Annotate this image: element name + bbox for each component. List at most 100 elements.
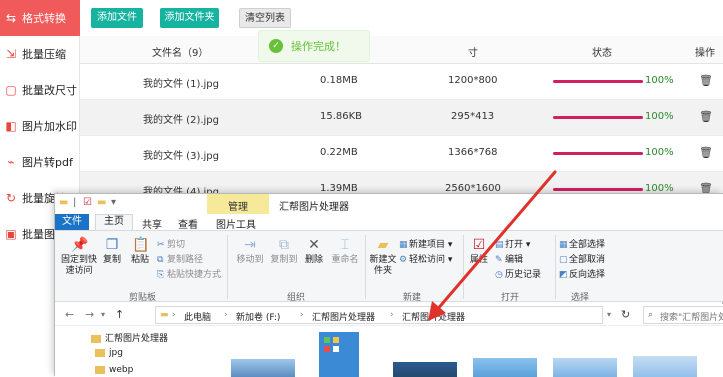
- pin-quick-access-button[interactable]: 📌 固定到快速访问: [59, 237, 99, 277]
- file-explorer-window: ▬ | ☑ ▬ ▾ 管理 汇帮图片处理器 文件 主页 共享 查看 图片工具 📌 …: [54, 193, 723, 377]
- add-folder-button[interactable]: 添加文件夹: [160, 8, 219, 28]
- pin-icon: 📌: [71, 237, 89, 253]
- tab-picture-tools[interactable]: 图片工具: [216, 216, 256, 231]
- group-label-new: 新建: [403, 293, 422, 303]
- success-toast: ✓ 操作完成！: [258, 30, 370, 62]
- resize-icon: ▢: [5, 83, 17, 97]
- group-label-organize: 组织: [287, 293, 306, 303]
- group-label-select: 选择: [571, 293, 590, 303]
- sidebar-item-format-convert[interactable]: ⇆ 格式转换: [0, 0, 80, 36]
- toolbar: 添加文件 添加文件夹 清空列表: [80, 0, 723, 36]
- copy-path-button[interactable]: ⧉ 复制路径: [157, 252, 203, 265]
- up-arrow-icon[interactable]: ↑: [115, 308, 124, 321]
- paste-shortcut-button[interactable]: ⎘ 粘贴快捷方式: [157, 267, 221, 280]
- refresh-icon[interactable]: ↻: [621, 308, 630, 321]
- paste-shortcut-label: 粘贴快捷方式: [167, 270, 222, 280]
- tab-share[interactable]: 共享: [142, 216, 162, 231]
- image-thumbnail[interactable]: [473, 358, 537, 377]
- edit-button[interactable]: ✎ 编辑: [495, 252, 523, 265]
- folder-icon: [95, 365, 105, 374]
- move-to-button[interactable]: ⇥ 移动到: [233, 237, 267, 266]
- image-thumbnail[interactable]: [393, 362, 457, 377]
- file-table-header: 文件名（9） 寸 状态 操作: [80, 36, 723, 64]
- tab-home[interactable]: 主页: [95, 214, 133, 230]
- cut-button[interactable]: ✂ 剪切: [157, 237, 185, 250]
- group-label-clipboard: 剪贴板: [129, 293, 157, 303]
- paste-button[interactable]: 📋 粘贴: [127, 237, 153, 266]
- new-folder-button[interactable]: ▰ 新建文件夹: [369, 237, 397, 277]
- properties-quick-icon[interactable]: ☑: [83, 197, 92, 208]
- breadcrumb-current[interactable]: 汇帮图片处理器: [402, 310, 465, 323]
- history-button[interactable]: ◷ 历史记录: [495, 267, 541, 280]
- sidebar-item-label: 图片转pdf: [22, 156, 73, 169]
- select-all-button[interactable]: ▦全部选择: [559, 237, 605, 250]
- copy-path-label: 复制路径: [167, 255, 204, 265]
- image-thumbnail[interactable]: [319, 332, 359, 377]
- select-none-button[interactable]: ▢全部取消: [559, 252, 605, 265]
- divider: [555, 235, 556, 299]
- image-thumbnail[interactable]: [553, 358, 617, 377]
- new-item-icon: ▦: [399, 240, 408, 250]
- address-bar[interactable]: ▬ › 此电脑 › 新加卷 (F:) › 汇帮图片处理器 › 汇帮图片处理器: [155, 306, 603, 324]
- tree-item-label: webp: [109, 365, 134, 375]
- easy-access-dropdown[interactable]: ⚙ 轻松访问 ▾: [399, 252, 452, 265]
- progress-bar: [553, 152, 643, 155]
- progress-percent: 100%: [645, 75, 674, 86]
- sidebar-item-batch-resize[interactable]: ▢ 批量改尺寸: [0, 72, 80, 108]
- copy-path-icon: ⧉: [157, 255, 164, 265]
- quick-access-dropdown-icon[interactable]: ▾: [111, 197, 116, 208]
- column-header-size: 寸: [468, 48, 478, 59]
- image-thumbnail[interactable]: [633, 356, 697, 377]
- tab-file[interactable]: 文件: [55, 214, 89, 230]
- copy-to-button[interactable]: ⧉ 复制到: [267, 237, 301, 266]
- trash-icon[interactable]: 🗑: [699, 110, 713, 123]
- sidebar-item-to-pdf[interactable]: ⌁ 图片转pdf: [0, 144, 80, 180]
- file-size: 15.86KB: [320, 111, 363, 122]
- back-arrow-icon[interactable]: ←: [65, 308, 74, 321]
- open-dropdown[interactable]: ▤打开 ▾: [495, 237, 530, 250]
- tree-item[interactable]: webp: [95, 365, 133, 375]
- sidebar-item-watermark[interactable]: ◧ 图片加水印: [0, 108, 80, 144]
- tree-item[interactable]: jpg: [95, 348, 123, 358]
- easy-access-icon: ⚙: [399, 255, 408, 265]
- new-folder-quick-icon[interactable]: ▬: [97, 197, 106, 208]
- context-tab-label: 管理: [228, 202, 248, 213]
- breadcrumb-folder[interactable]: 汇帮图片处理器: [312, 310, 375, 323]
- select-all-label: 全部选择: [569, 240, 606, 250]
- forward-arrow-icon[interactable]: →: [85, 308, 94, 321]
- delete-button[interactable]: ✕ 删除: [301, 237, 327, 266]
- trash-icon[interactable]: 🗑: [699, 74, 713, 87]
- tab-view[interactable]: 查看: [178, 216, 198, 231]
- invert-selection-button[interactable]: ◩反向选择: [559, 267, 605, 280]
- new-folder-icon: ▰: [377, 237, 389, 253]
- add-file-button[interactable]: 添加文件: [91, 8, 143, 28]
- sidebar-item-batch-compress[interactable]: ⇲ 批量压缩: [0, 36, 80, 72]
- copy-button[interactable]: ❐ 复制: [99, 237, 125, 266]
- open-icon: ▤: [495, 240, 504, 250]
- trash-icon[interactable]: 🗑: [699, 146, 713, 159]
- sidebar-item-label: 批量改尺寸: [22, 84, 77, 97]
- breadcrumb-drive[interactable]: 新加卷 (F:): [236, 310, 280, 323]
- clear-list-button[interactable]: 清空列表: [239, 8, 291, 28]
- file-name: 我的文件 (3).jpg: [143, 151, 219, 162]
- image-thumbnail[interactable]: [231, 359, 295, 377]
- watermark-icon: ◧: [5, 119, 17, 133]
- address-dropdown-icon[interactable]: ▾: [607, 310, 611, 319]
- new-item-dropdown[interactable]: ▦新建项目 ▾: [399, 237, 452, 250]
- rename-button[interactable]: ⌶ 重命名: [329, 237, 361, 266]
- select-all-icon: ▦: [559, 240, 568, 250]
- compress-icon: ⇲: [5, 47, 17, 61]
- navigation-pane: 汇帮图片处理器 jpg webp: [55, 326, 207, 377]
- image-dimensions: 295*413: [451, 111, 495, 122]
- properties-button[interactable]: ☑ 属性: [467, 237, 491, 266]
- breadcrumb-this-pc[interactable]: 此电脑: [184, 310, 211, 323]
- divider: [365, 235, 366, 299]
- copy-label: 复制: [102, 255, 121, 265]
- properties-icon: ☑: [472, 237, 486, 253]
- easy-access-label: 轻松访问: [409, 255, 446, 265]
- tree-item[interactable]: 汇帮图片处理器: [91, 331, 168, 344]
- sidebar-item-label: 格式转换: [22, 12, 66, 25]
- search-box[interactable]: ⌕ 搜索"汇帮图片处理: [643, 306, 723, 324]
- recent-dropdown-icon[interactable]: ▾: [101, 310, 105, 319]
- image-icon: ▣: [5, 227, 17, 241]
